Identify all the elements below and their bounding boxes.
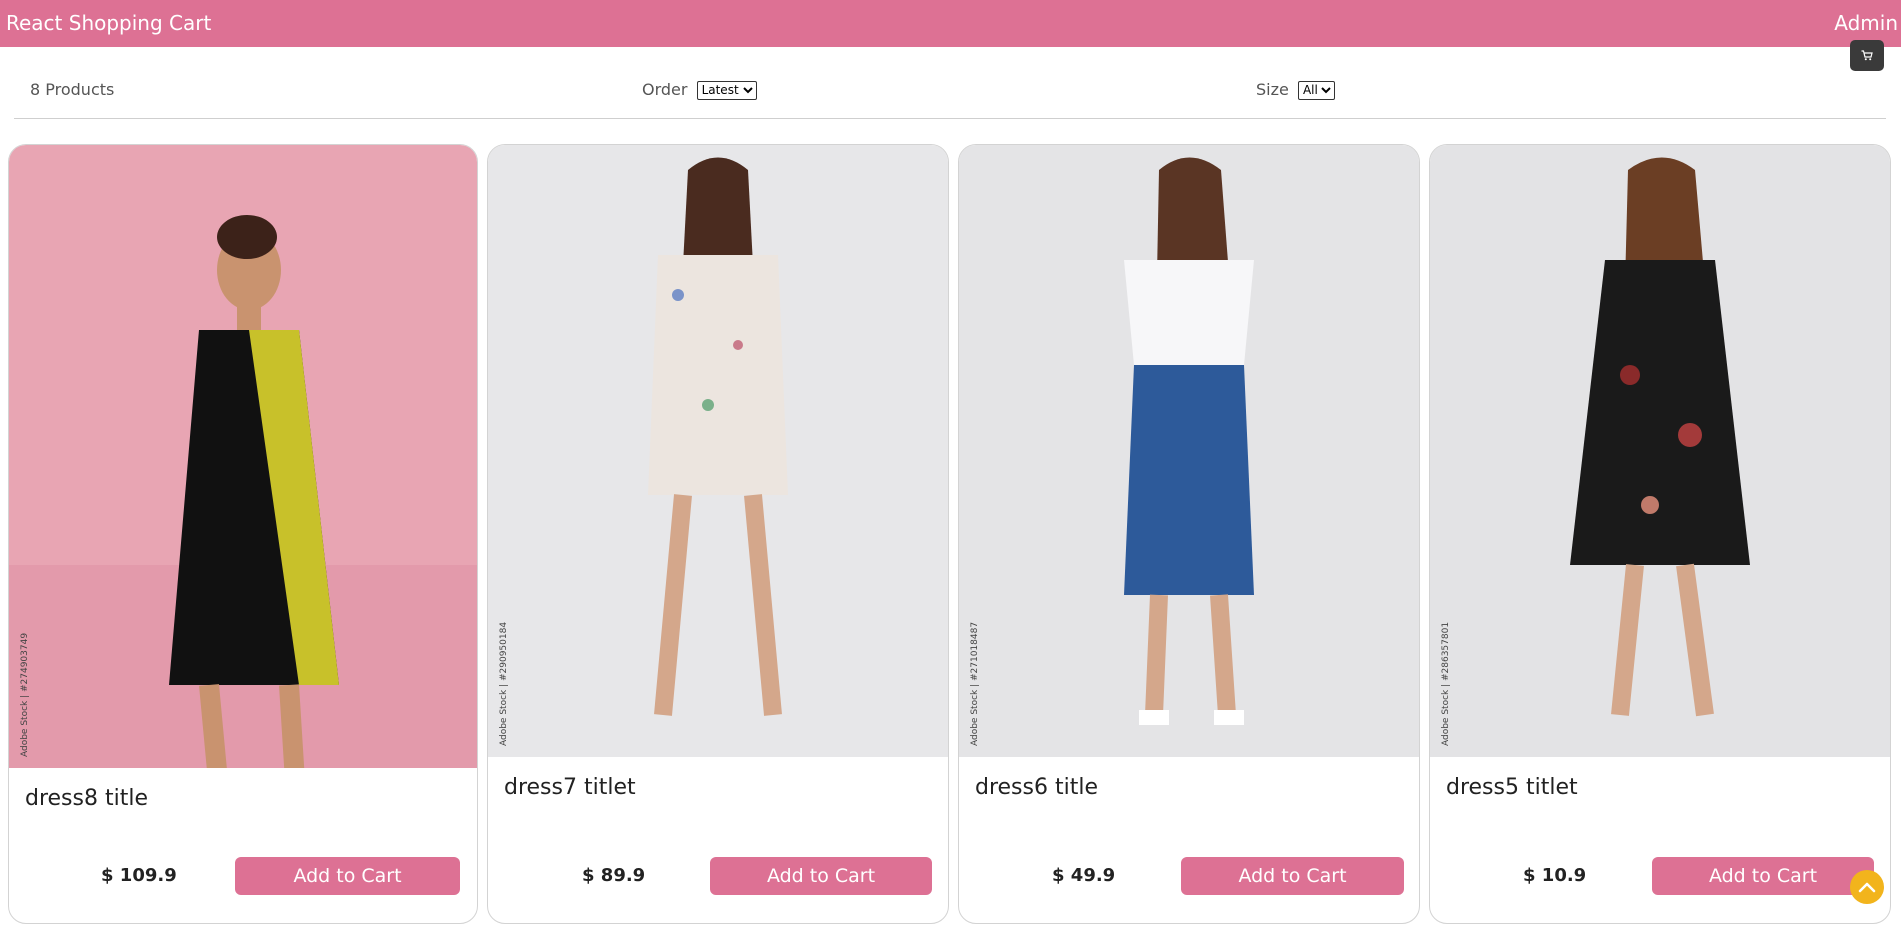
cart-icon: [1861, 50, 1873, 61]
stock-text: Adobe Stock | #271018487: [970, 622, 980, 746]
cart-button[interactable]: [1850, 40, 1884, 71]
dress-photo-graphic: [488, 145, 948, 757]
order-label: Order: [642, 80, 688, 99]
add-to-cart-button[interactable]: Add to Cart: [1181, 857, 1404, 895]
dress-photo-graphic: [1430, 145, 1890, 757]
stock-watermark: Adobe Stock | #286357801: [1441, 622, 1451, 746]
size-filter: Size All: [1256, 80, 1335, 100]
admin-link[interactable]: Admin: [1834, 11, 1898, 35]
product-title[interactable]: dress7 titlet: [504, 775, 636, 800]
order-select[interactable]: Latest: [696, 80, 757, 100]
dress-photo-graphic: [959, 145, 1419, 757]
stock-watermark: Adobe Stock | #274903749: [20, 633, 30, 757]
product-card: Adobe Stock | #290950184 dress7 titlet $…: [487, 144, 949, 924]
product-title[interactable]: dress5 titlet: [1446, 775, 1578, 800]
product-card: Adobe Stock | #271018487 dress6 title $ …: [958, 144, 1420, 924]
brand-title[interactable]: React Shopping Cart: [6, 11, 211, 35]
product-price: $ 109.9: [101, 865, 177, 886]
chevron-up-icon: [1858, 882, 1876, 893]
stock-text: Adobe Stock | #290950184: [499, 622, 509, 746]
product-image[interactable]: Adobe Stock | #286357801: [1430, 145, 1890, 757]
product-image[interactable]: Adobe Stock | #274903749: [9, 145, 477, 768]
dress-photo-graphic: [9, 145, 477, 768]
filter-bar: 8 Products Order Latest Size All: [14, 78, 1886, 119]
product-image[interactable]: Adobe Stock | #290950184: [488, 145, 948, 757]
add-to-cart-button[interactable]: Add to Cart: [1652, 857, 1874, 895]
app-header: React Shopping Cart Admin: [0, 0, 1901, 47]
product-count: 8 Products: [30, 80, 115, 99]
product-title[interactable]: dress6 title: [975, 775, 1098, 800]
stock-watermark: Adobe Stock | #290950184: [499, 622, 509, 746]
stock-text: Adobe Stock | #274903749: [20, 633, 30, 757]
size-label: Size: [1256, 80, 1289, 99]
product-card: Adobe Stock | #274903749 dress8 title $ …: [8, 144, 478, 924]
stock-text: Adobe Stock | #286357801: [1441, 622, 1451, 746]
product-card: Adobe Stock | #286357801 dress5 titlet $…: [1429, 144, 1891, 924]
stock-watermark: Adobe Stock | #271018487: [970, 622, 980, 746]
order-filter: Order Latest: [642, 80, 757, 100]
product-price: $ 10.9: [1523, 865, 1587, 886]
add-to-cart-button[interactable]: Add to Cart: [710, 857, 932, 895]
scroll-to-top-button[interactable]: [1850, 870, 1884, 904]
product-title[interactable]: dress8 title: [25, 786, 148, 811]
size-select[interactable]: All: [1297, 80, 1335, 100]
product-price: $ 49.9: [1052, 865, 1116, 886]
product-price: $ 89.9: [582, 865, 646, 886]
product-image[interactable]: Adobe Stock | #271018487: [959, 145, 1419, 757]
add-to-cart-button[interactable]: Add to Cart: [235, 857, 460, 895]
